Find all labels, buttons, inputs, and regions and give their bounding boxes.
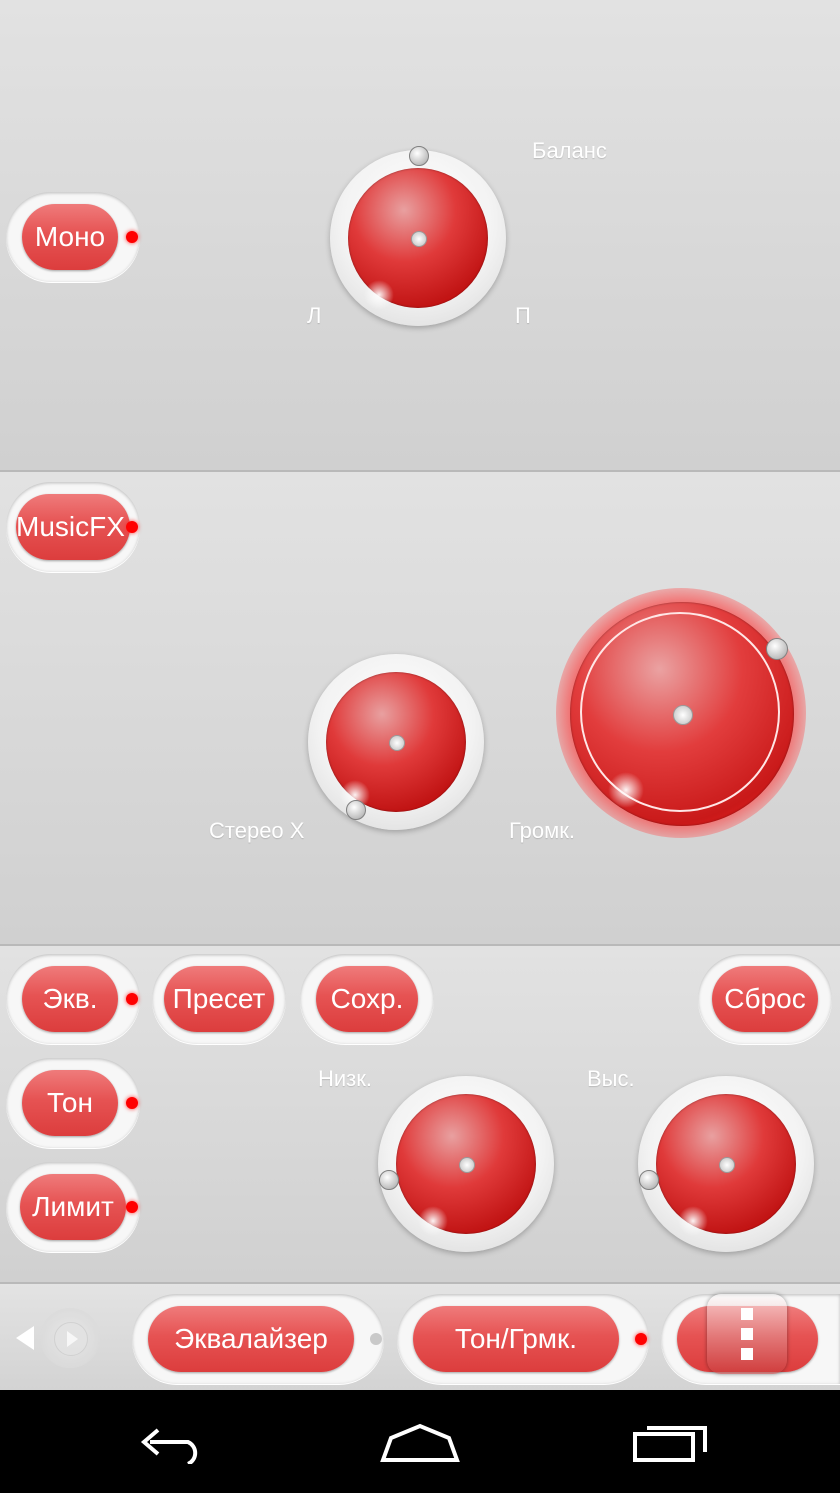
- eq-toggle-label: Экв.: [42, 983, 98, 1014]
- nav-recents-icon: [633, 1425, 707, 1462]
- bass-knob-indicator: [379, 1170, 399, 1190]
- volume-label: Громк.: [509, 818, 576, 843]
- balance-knob-glare: [364, 280, 394, 310]
- tone-volume-tab-label: Тон/Грмк.: [454, 1323, 578, 1354]
- bass-knob-face: [396, 1094, 536, 1236]
- nav-recents-button[interactable]: [590, 1390, 750, 1493]
- tone-toggle-label: Тон: [47, 1087, 93, 1118]
- balance-label: Баланс: [532, 138, 607, 163]
- balance-left-label: Л: [307, 303, 322, 328]
- stereo-x-knob[interactable]: [308, 654, 484, 830]
- volume-knob-indicator: [766, 638, 788, 660]
- overflow-menu-button[interactable]: [707, 1294, 787, 1374]
- bass-label: Низк.: [318, 1066, 373, 1091]
- tone-volume-tab[interactable]: Тон/Грмк.: [413, 1306, 619, 1372]
- volume-knob[interactable]: [570, 602, 794, 826]
- treble-knob-glare: [678, 1206, 708, 1236]
- equalizer-tab-led: [370, 1333, 382, 1345]
- mono-toggle-button[interactable]: Моно: [22, 204, 118, 270]
- back-arrow-icon[interactable]: [16, 1326, 34, 1350]
- nav-home-button[interactable]: [340, 1390, 500, 1493]
- equalizer-tab-wrap: Эквалайзер: [132, 1294, 384, 1384]
- treble-knob-center: [719, 1157, 735, 1173]
- limit-toggle-button[interactable]: Лимит: [20, 1174, 126, 1240]
- tone-toggle-wrap: Тон: [6, 1058, 140, 1148]
- tone-panel: Экв. Пресет Сохр. Сброс Тон Лимит Низк. …: [0, 946, 840, 1284]
- tone-led-indicator: [126, 1097, 138, 1109]
- equalizer-tab[interactable]: Эквалайзер: [148, 1306, 354, 1372]
- stereo-x-knob-center: [389, 735, 405, 751]
- preset-button-wrap: Пресет: [152, 954, 286, 1044]
- save-button-wrap: Сохр.: [300, 954, 434, 1044]
- nav-back-button[interactable]: [94, 1390, 254, 1493]
- bass-knob-center: [459, 1157, 475, 1173]
- bass-knob[interactable]: [378, 1076, 554, 1252]
- bass-knob-glare: [418, 1206, 448, 1236]
- treble-knob[interactable]: [638, 1076, 814, 1252]
- reset-button[interactable]: Сброс: [712, 966, 818, 1032]
- treble-label: Выс.: [587, 1066, 635, 1091]
- musicfx-led-indicator: [126, 521, 138, 533]
- volume-knob-center: [673, 705, 693, 725]
- stereo-x-label: Стерео X: [209, 818, 305, 843]
- balance-knob-center: [411, 231, 427, 247]
- reset-button-wrap: Сброс: [698, 954, 832, 1044]
- eq-toggle-wrap: Экв.: [6, 954, 140, 1044]
- musicfx-panel: MusicFX Стерео X Громк.: [0, 472, 840, 946]
- play-triangle-icon: [67, 1331, 78, 1347]
- overflow-menu-icon: [741, 1308, 753, 1360]
- nav-back-icon: [140, 1427, 198, 1464]
- treble-knob-indicator: [639, 1170, 659, 1190]
- musicfx-toggle-label: MusicFX: [16, 511, 125, 542]
- tone-volume-tab-wrap: Тон/Грмк.: [397, 1294, 649, 1384]
- preset-button[interactable]: Пресет: [164, 966, 274, 1032]
- balance-knob-face: [348, 168, 488, 310]
- balance-knob[interactable]: [330, 146, 506, 326]
- treble-knob-face: [656, 1094, 796, 1236]
- equalizer-tab-label: Эквалайзер: [174, 1323, 328, 1354]
- play-icon-inner: [54, 1322, 88, 1356]
- eq-toggle-button[interactable]: Экв.: [22, 966, 118, 1032]
- system-navigation-bar: [0, 1390, 840, 1493]
- balance-knob-indicator: [409, 146, 429, 166]
- bottom-tab-bar: Эквалайзер Тон/Грмк.: [0, 1284, 840, 1390]
- save-button-label: Сохр.: [330, 983, 404, 1014]
- musicfx-toggle-wrap: MusicFX: [6, 482, 140, 572]
- reset-button-label: Сброс: [724, 983, 806, 1014]
- balance-panel: Моно Баланс Л П: [0, 0, 840, 472]
- limit-led-indicator: [126, 1201, 138, 1213]
- mono-toggle-wrap: Моно: [6, 192, 140, 282]
- limit-toggle-label: Лимит: [32, 1191, 114, 1222]
- volume-knob-glare: [608, 772, 644, 808]
- mono-toggle-label: Моно: [34, 221, 106, 252]
- mono-led-indicator: [126, 231, 138, 243]
- tone-volume-tab-led: [635, 1333, 647, 1345]
- play-icon[interactable]: [40, 1308, 100, 1368]
- limit-toggle-wrap: Лимит: [6, 1162, 140, 1252]
- stereo-x-knob-indicator: [346, 800, 366, 820]
- balance-right-label: П: [515, 303, 531, 328]
- eq-led-indicator: [126, 993, 138, 1005]
- save-button[interactable]: Сохр.: [316, 966, 418, 1032]
- nav-home-icon: [380, 1423, 460, 1462]
- preset-button-label: Пресет: [172, 983, 266, 1014]
- stereo-x-knob-face: [326, 672, 466, 812]
- tone-toggle-button[interactable]: Тон: [22, 1070, 118, 1136]
- musicfx-toggle-button[interactable]: MusicFX: [16, 494, 130, 560]
